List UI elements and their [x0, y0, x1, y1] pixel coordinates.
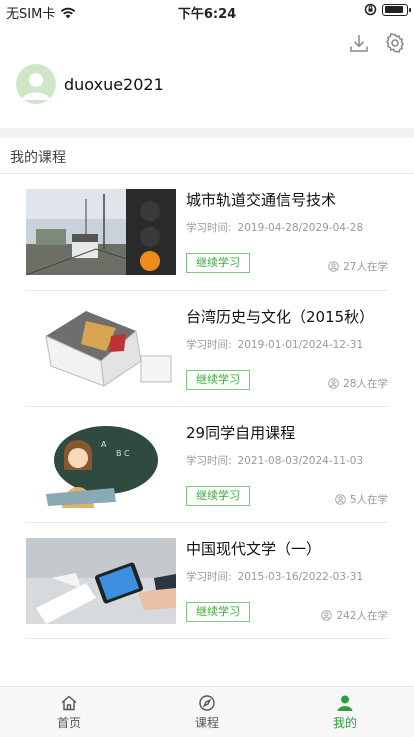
learner-count: 5人在学: [335, 492, 388, 507]
course-time: 学习时间: 2015-03-16/2022-03-31: [186, 571, 364, 583]
tab-courses[interactable]: 课程: [138, 687, 276, 737]
section-separator: [0, 128, 414, 138]
course-title[interactable]: 台湾历史与文化（2015秋）: [186, 306, 374, 327]
home-icon: [61, 695, 77, 710]
section-title: 我的课程: [10, 150, 66, 166]
learner-count: 27人在学: [328, 259, 388, 274]
tab-mine[interactable]: 我的: [276, 687, 414, 737]
course-thumbnail-house[interactable]: [26, 306, 176, 392]
course-title[interactable]: 中国现代文学（一）: [186, 538, 321, 559]
learner-count: 242人在学: [321, 608, 388, 623]
continue-learning-button[interactable]: 继续学习: [186, 602, 250, 622]
continue-learning-button[interactable]: 继续学习: [186, 486, 250, 506]
gear-icon[interactable]: [384, 32, 406, 54]
learner-count: 28人在学: [328, 376, 388, 391]
course-title[interactable]: 29同学自用课程: [186, 422, 295, 443]
svg-text:B C: B C: [116, 449, 130, 458]
course-time: 学习时间: 2019-04-28/2029-04-28: [186, 222, 364, 234]
tab-home[interactable]: 首页: [0, 687, 138, 737]
divider: [26, 406, 388, 407]
tab-label: 我的: [332, 715, 357, 730]
divider: [26, 522, 388, 523]
divider: [26, 638, 388, 639]
tab-label: 课程: [194, 715, 219, 730]
continue-learning-button[interactable]: 继续学习: [186, 253, 250, 273]
tab-bar: 首页 课程 我的: [0, 686, 414, 737]
course-time: 学习时间: 2021-08-03/2024-11-03: [186, 455, 364, 467]
status-bar: 无SIM卡 下午6:24: [0, 0, 414, 22]
course-card[interactable]: A B C 29同学自用课程 学习时间: 2021-08-03/2024-11-0…: [26, 422, 388, 508]
profile-header[interactable]: duoxue2021: [16, 64, 164, 104]
course-card[interactable]: 城市轨道交通信号技术 学习时间: 2019-04-28/2029-04-28 继续…: [26, 189, 388, 275]
course-card[interactable]: 台湾历史与文化（2015秋） 学习时间: 2019-01-01/2024-12-3…: [26, 306, 388, 392]
user-icon: [328, 261, 339, 272]
course-thumbnail-tablet[interactable]: [26, 538, 176, 624]
course-time: 学习时间: 2019-01-01/2024-12-31: [186, 339, 364, 351]
course-card[interactable]: 中国现代文学（一） 学习时间: 2015-03-16/2022-03-31 继续学…: [26, 538, 388, 624]
battery-icon: [382, 3, 411, 16]
tab-label: 首页: [56, 715, 81, 730]
download-icon[interactable]: [348, 32, 370, 54]
continue-learning-button[interactable]: 继续学习: [186, 370, 250, 390]
course-title[interactable]: 城市轨道交通信号技术: [186, 189, 336, 210]
user-icon: [335, 494, 346, 505]
user-avatar-icon[interactable]: [16, 64, 56, 104]
divider: [26, 290, 388, 291]
divider: [0, 173, 414, 174]
rotation-lock-icon: [364, 3, 377, 16]
user-icon: [328, 378, 339, 389]
course-thumbnail-student[interactable]: A B C: [26, 422, 176, 508]
person-icon: [337, 695, 353, 711]
user-icon: [321, 610, 333, 621]
compass-icon: [199, 694, 215, 711]
svg-text:A: A: [101, 440, 107, 449]
username: duoxue2021: [64, 74, 164, 94]
status-time: 下午6:24: [177, 7, 237, 22]
course-thumbnail-railway[interactable]: [26, 189, 176, 275]
battery-level: [384, 6, 404, 13]
